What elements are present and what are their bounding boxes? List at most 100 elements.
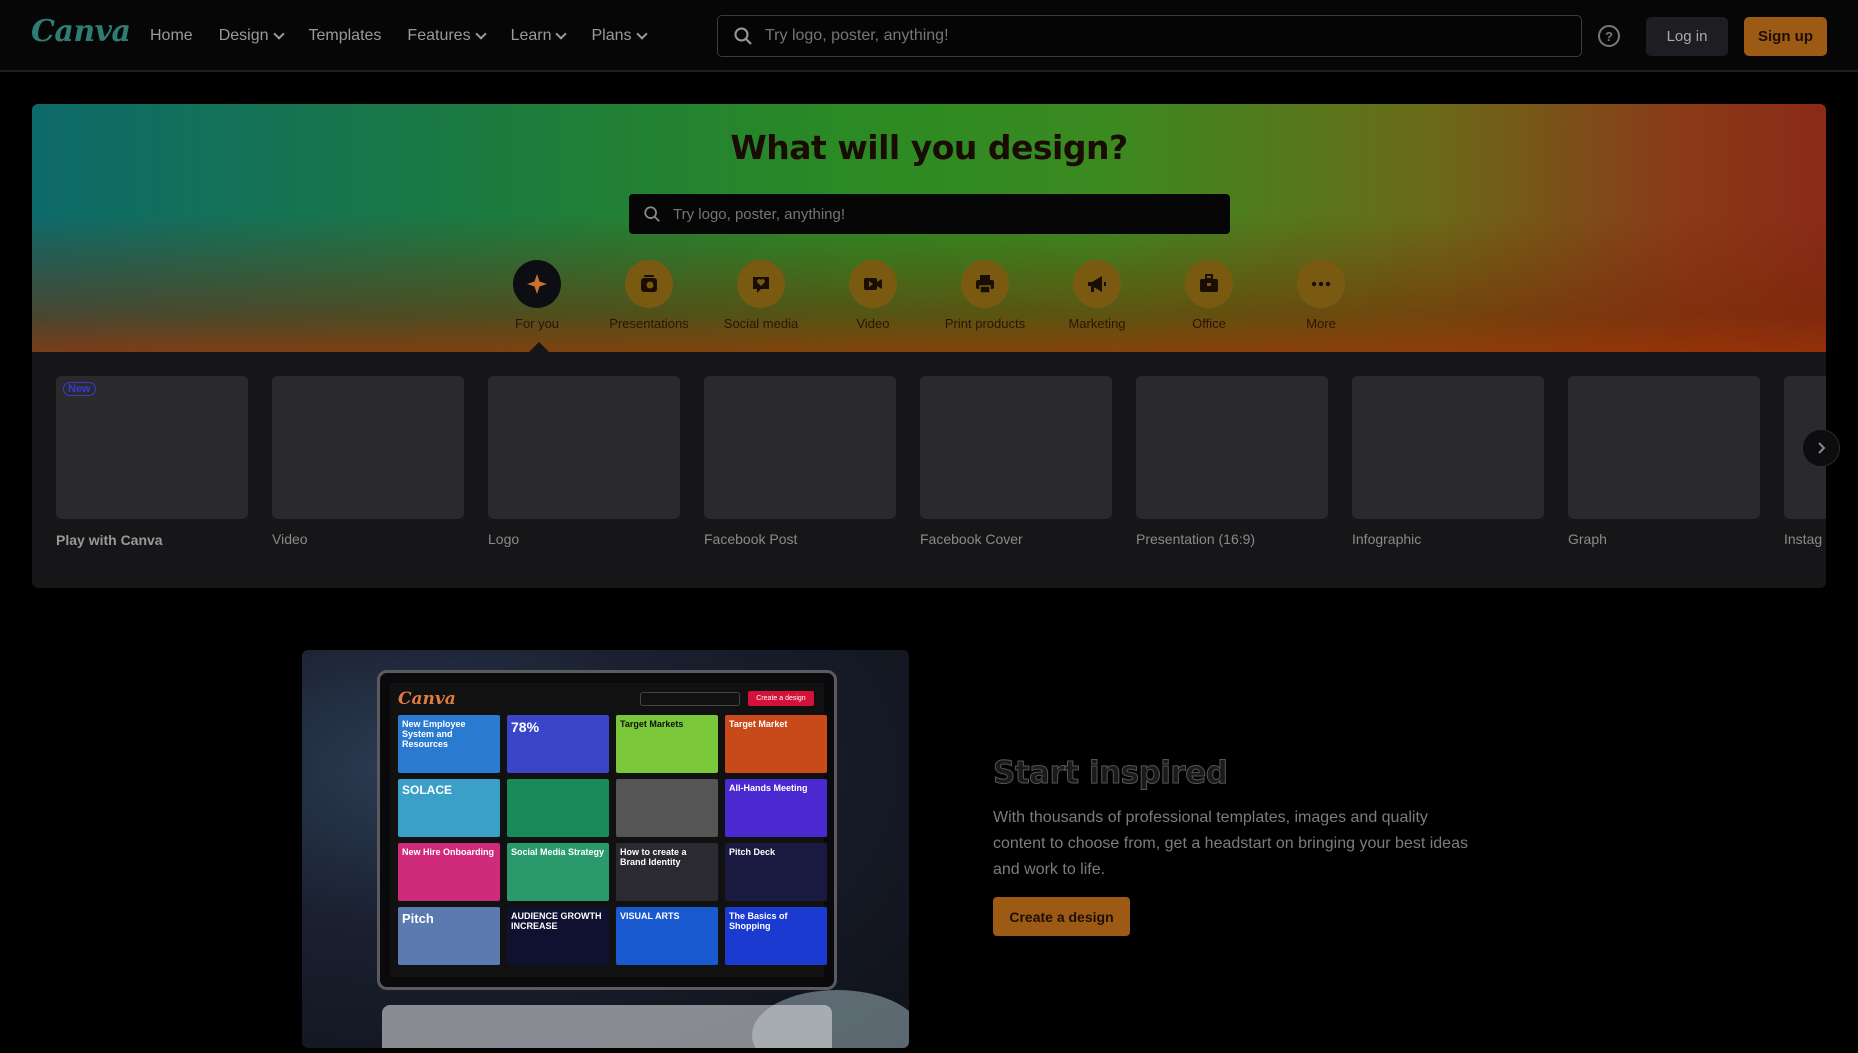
screen-logo: Canva bbox=[398, 689, 456, 709]
nav-features-label: Features bbox=[407, 27, 471, 44]
template-tile bbox=[507, 779, 609, 837]
carousel-card[interactable]: New Play with Canva bbox=[56, 376, 248, 548]
template-tile: How to create a Brand Identity bbox=[616, 843, 718, 901]
category-more[interactable]: More bbox=[1261, 260, 1381, 331]
category-social-media[interactable]: Social media bbox=[701, 260, 821, 331]
video-icon bbox=[849, 260, 897, 308]
screen-create-button: Create a design bbox=[748, 691, 814, 706]
card-label: Facebook Post bbox=[704, 531, 798, 547]
nav-plans[interactable]: Plans bbox=[591, 24, 648, 48]
nav-learn[interactable]: Learn bbox=[510, 24, 568, 48]
nav-features[interactable]: Features bbox=[407, 24, 487, 48]
sparkle-icon bbox=[513, 260, 561, 308]
nav-design-label: Design bbox=[218, 27, 269, 44]
card-thumbnail bbox=[1352, 376, 1544, 519]
search-icon bbox=[644, 206, 660, 222]
category-label: For you bbox=[514, 316, 560, 331]
chevron-down-icon bbox=[474, 27, 487, 40]
signup-button[interactable]: Sign up bbox=[1744, 17, 1827, 56]
category-label: Print products bbox=[944, 316, 1026, 331]
laptop-templates-image: Canva Create a design New Employee Syste… bbox=[302, 650, 909, 1048]
template-tile: New Hire Onboarding bbox=[398, 843, 500, 901]
carousel-card[interactable]: Logo bbox=[488, 376, 680, 547]
screen-search bbox=[640, 692, 740, 706]
nav-templates-label: Templates bbox=[308, 27, 382, 44]
category-label: More bbox=[1306, 316, 1336, 331]
carousel-next-button[interactable] bbox=[1802, 429, 1840, 467]
main-nav: Home Design Templates Features Learn Pla… bbox=[150, 24, 672, 48]
carousel-card[interactable]: Video bbox=[272, 376, 464, 547]
category-label: Video bbox=[856, 316, 890, 331]
card-label: Infographic bbox=[1352, 531, 1422, 547]
carousel-card[interactable]: Presentation (16:9) bbox=[1136, 376, 1328, 547]
heart-chat-icon bbox=[737, 260, 785, 308]
card-label: Presentation (16:9) bbox=[1136, 531, 1256, 547]
laptop-screen: Canva Create a design New Employee Syste… bbox=[390, 683, 827, 977]
card-thumbnail bbox=[1568, 376, 1760, 519]
inspired-title: Start inspired bbox=[992, 755, 1228, 792]
active-category-caret bbox=[529, 342, 549, 352]
card-thumbnail bbox=[488, 376, 680, 519]
template-tile: VISUAL ARTS bbox=[616, 907, 718, 965]
new-badge: New bbox=[63, 382, 96, 396]
template-tile: Pitch bbox=[398, 907, 500, 965]
megaphone-icon bbox=[1073, 260, 1121, 308]
help-icon[interactable]: ? bbox=[1598, 25, 1620, 47]
card-label: Graph bbox=[1568, 531, 1607, 547]
card-label: Facebook Cover bbox=[920, 531, 1023, 547]
laptop-keyboard bbox=[382, 1005, 832, 1048]
category-print-products[interactable]: Print products bbox=[925, 260, 1045, 331]
hero-title: What will you design? bbox=[730, 128, 1128, 167]
template-tile: Social Media Strategy bbox=[507, 843, 609, 901]
nav-design[interactable]: Design bbox=[218, 24, 285, 48]
top-search-bar[interactable] bbox=[717, 15, 1582, 57]
top-search-input[interactable] bbox=[765, 27, 1525, 45]
card-label: Play with Canva bbox=[56, 532, 163, 548]
card-label: Logo bbox=[488, 531, 520, 547]
nav-home-label: Home bbox=[150, 27, 193, 44]
login-button[interactable]: Log in bbox=[1646, 17, 1728, 56]
carousel-card[interactable]: Facebook Cover bbox=[920, 376, 1112, 547]
category-for-you[interactable]: For you bbox=[477, 260, 597, 331]
category-office[interactable]: Office bbox=[1149, 260, 1269, 331]
carousel-card[interactable]: Infographic bbox=[1352, 376, 1544, 547]
carousel-card[interactable]: Facebook Post bbox=[704, 376, 896, 547]
template-tile: 78% bbox=[507, 715, 609, 773]
card-thumbnail bbox=[1136, 376, 1328, 519]
search-icon bbox=[734, 27, 752, 45]
carousel-card[interactable]: Graph bbox=[1568, 376, 1760, 547]
card-label: Video bbox=[272, 531, 308, 547]
hero-search-bar[interactable] bbox=[629, 194, 1230, 234]
nav-home[interactable]: Home bbox=[150, 24, 193, 48]
laptop-screen-frame: Canva Create a design New Employee Syste… bbox=[377, 670, 837, 990]
template-tile: Pitch Deck bbox=[725, 843, 827, 901]
presentation-icon bbox=[625, 260, 673, 308]
card-thumbnail bbox=[704, 376, 896, 519]
template-tile bbox=[616, 779, 718, 837]
hero-banner: What will you design? For you Presentati… bbox=[32, 104, 1826, 352]
more-icon bbox=[1297, 260, 1345, 308]
briefcase-icon bbox=[1185, 260, 1233, 308]
hero-search-input[interactable] bbox=[673, 205, 1213, 223]
card-label: Instag bbox=[1784, 531, 1823, 547]
chevron-down-icon bbox=[555, 27, 568, 40]
printer-icon bbox=[961, 260, 1009, 308]
chevron-down-icon bbox=[635, 27, 648, 40]
card-thumbnail bbox=[272, 376, 464, 519]
template-tile: The Basics of Shopping bbox=[725, 907, 827, 965]
category-marketing[interactable]: Marketing bbox=[1037, 260, 1157, 331]
chevron-right-icon bbox=[1818, 442, 1826, 454]
nav-learn-label: Learn bbox=[510, 27, 552, 44]
nav-plans-label: Plans bbox=[591, 27, 632, 44]
category-label: Office bbox=[1192, 316, 1226, 331]
nav-templates[interactable]: Templates bbox=[309, 24, 382, 48]
chevron-down-icon bbox=[272, 27, 285, 40]
create-design-button[interactable]: Create a design bbox=[993, 897, 1130, 936]
design-type-carousel: New Play with Canva Video Logo Facebook … bbox=[32, 352, 1826, 588]
template-tile: New Employee System and Resources bbox=[398, 715, 500, 773]
canva-logo[interactable]: Canva bbox=[31, 14, 131, 49]
template-tile: AUDIENCE GROWTH INCREASE bbox=[507, 907, 609, 965]
category-label: Social media bbox=[723, 316, 799, 331]
category-video[interactable]: Video bbox=[813, 260, 933, 331]
category-presentations[interactable]: Presentations bbox=[589, 260, 709, 331]
